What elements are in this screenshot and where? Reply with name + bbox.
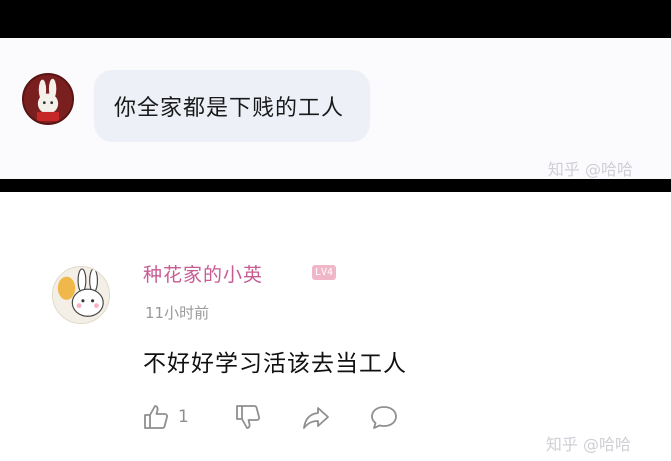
comment-timestamp: 11小时前 [145, 304, 210, 322]
bunny-avatar-icon [53, 267, 109, 323]
dislike-button[interactable] [234, 402, 262, 432]
comment-avatar[interactable] [52, 266, 110, 324]
level-badge: LV4 [312, 265, 337, 280]
rabbit-avatar-icon [24, 75, 72, 123]
chat-message-bubble: 你全家都是下贱的工人 [94, 70, 371, 142]
comment-bubble-icon [371, 406, 397, 429]
watermark-bottom: 知乎 @哈哈 [545, 435, 631, 454]
comment-username[interactable]: 种花家的小英 [143, 260, 263, 287]
comment-panel: 种花家的小英 LV4 11小时前 不好好学习活该去当工人 1 [0, 192, 671, 461]
thumbs-up-icon [144, 405, 169, 429]
chat-avatar[interactable] [22, 73, 74, 125]
top-black-bar [0, 0, 671, 38]
like-button[interactable]: 1 [142, 402, 189, 432]
reply-button[interactable] [370, 402, 398, 432]
share-icon [303, 407, 329, 429]
share-button[interactable] [302, 402, 330, 432]
thumbs-down-icon [236, 405, 261, 429]
like-count: 1 [178, 407, 189, 427]
watermark-top: 知乎 @哈哈 [547, 160, 633, 179]
comment-text: 不好好学习活该去当工人 [143, 351, 407, 377]
middle-black-bar [0, 179, 671, 192]
